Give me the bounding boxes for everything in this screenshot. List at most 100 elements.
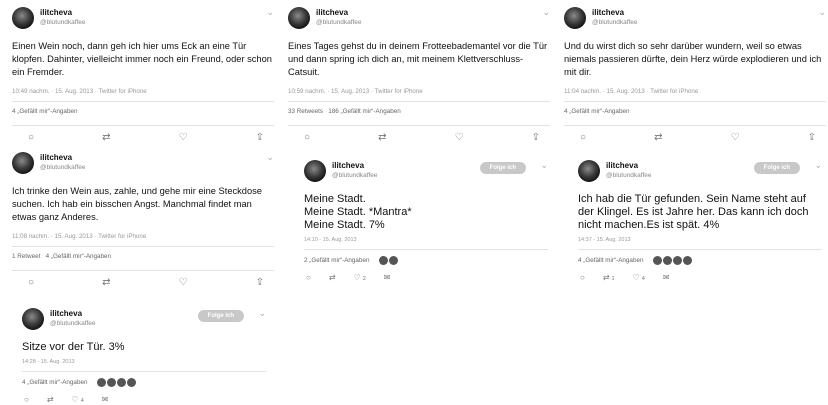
- tweet-timestamp[interactable]: 11:08 nachm. · 15. Aug. 2013 · Twitter f…: [12, 233, 274, 240]
- user-handle[interactable]: @blutundkaffee: [316, 18, 362, 28]
- tweet-timestamp[interactable]: 14:10 - 15. Aug. 2013: [304, 237, 548, 243]
- avatar[interactable]: [389, 256, 399, 265]
- retweet-count: 1: [611, 276, 615, 282]
- display-name[interactable]: ilitcheva: [50, 309, 96, 319]
- likes-count-label: 2 „Gefällt mir“-Angaben: [304, 257, 370, 265]
- follow-button[interactable]: Folge ich: [197, 310, 244, 322]
- retweet-icon[interactable]: ⇄: [378, 132, 386, 143]
- message-icon[interactable]: ✉: [663, 273, 670, 282]
- message-icon[interactable]: ✉: [102, 395, 109, 404]
- share-icon[interactable]: ⇪: [256, 132, 264, 143]
- tweet-stats[interactable]: 4 „Gefällt mir“-Angaben: [578, 250, 822, 267]
- retweet-icon[interactable]: ⇄ 1: [603, 273, 615, 282]
- retweet-icon[interactable]: ⇄: [102, 132, 110, 143]
- heart-icon[interactable]: ♡: [731, 132, 740, 143]
- tweet-text: Ich trinke den Wein aus, zahle, und gehe…: [12, 186, 262, 222]
- tweet-text: Eines Tages gehst du in deinem Frotteeba…: [288, 41, 548, 77]
- message-icon[interactable]: ✉: [384, 273, 391, 282]
- retweet-icon[interactable]: ⇄: [329, 273, 336, 282]
- heart-icon[interactable]: ♡ 4: [72, 395, 84, 404]
- tweet-actions: ○ ⇄ ♡ 4 ✉: [22, 389, 266, 404]
- display-name[interactable]: ilitcheva: [332, 161, 378, 171]
- chevron-down-icon[interactable]: ⌄: [266, 7, 274, 18]
- avatar[interactable]: [127, 378, 137, 387]
- tweet-timestamp[interactable]: 10:49 nachm. · 15. Aug. 2013 · Twitter f…: [12, 88, 274, 95]
- tweet-stats[interactable]: 1 Retweet 4 „Gefällt mir“-Angaben: [12, 247, 274, 264]
- reply-icon[interactable]: ○: [304, 132, 310, 143]
- retweet-icon[interactable]: ⇄: [47, 395, 54, 404]
- chevron-down-icon[interactable]: ⌄: [258, 308, 266, 319]
- reply-icon[interactable]: ○: [24, 395, 29, 404]
- heart-icon[interactable]: ♡ 2: [354, 273, 366, 282]
- avatar[interactable]: [673, 256, 683, 265]
- heart-icon[interactable]: ♡: [179, 277, 188, 288]
- chevron-down-icon[interactable]: ⌄: [814, 160, 822, 171]
- avatar[interactable]: [12, 7, 34, 29]
- avatar[interactable]: [663, 256, 673, 265]
- tweet-stats[interactable]: 4 „Gefällt mir“-Angaben: [12, 102, 274, 119]
- tweet-stats[interactable]: 2 „Gefällt mir“-Angaben: [304, 250, 548, 267]
- share-icon[interactable]: ⇪: [256, 277, 264, 288]
- display-name[interactable]: ilitcheva: [40, 153, 86, 163]
- liker-avatars[interactable]: [97, 378, 137, 387]
- tweet-timestamp[interactable]: 11:04 nachm. · 15. Aug. 2013 · Twitter f…: [564, 88, 826, 95]
- tweet-timestamp[interactable]: 10:59 nachm. · 15. Aug. 2013 · Twitter f…: [288, 88, 550, 95]
- follow-button[interactable]: Folge ich: [753, 162, 800, 174]
- user-handle[interactable]: @blutundkaffee: [606, 171, 652, 181]
- retweet-icon[interactable]: ⇄: [102, 277, 110, 288]
- avatar[interactable]: [288, 7, 310, 29]
- share-icon[interactable]: ⇪: [532, 132, 540, 143]
- display-name[interactable]: ilitcheva: [316, 8, 362, 18]
- chevron-down-icon[interactable]: ⌄: [540, 160, 548, 171]
- avatar[interactable]: [304, 160, 326, 182]
- reply-icon[interactable]: ○: [28, 277, 34, 288]
- tweet-timestamp[interactable]: 14:28 - 15. Aug. 2013: [22, 359, 266, 365]
- share-icon[interactable]: ⇪: [808, 132, 816, 143]
- reply-icon[interactable]: ○: [306, 273, 311, 282]
- avatar[interactable]: [653, 256, 663, 265]
- heart-icon[interactable]: ♡: [455, 132, 464, 143]
- display-name[interactable]: ilitcheva: [40, 8, 86, 18]
- heart-icon[interactable]: ♡ 4: [633, 273, 645, 282]
- reply-icon[interactable]: ○: [580, 273, 585, 282]
- tweet-timestamp[interactable]: 14:37 - 15. Aug. 2013: [578, 237, 822, 243]
- retweet-icon[interactable]: ⇄: [654, 132, 662, 143]
- avatar[interactable]: [564, 7, 586, 29]
- chevron-down-icon[interactable]: ⌄: [266, 152, 274, 163]
- display-name[interactable]: ilitcheva: [606, 161, 652, 171]
- chevron-down-icon[interactable]: ⌄: [818, 7, 826, 18]
- liker-avatars[interactable]: [379, 256, 399, 265]
- tweet-embed: ilitcheva @blutundkaffee Folge ich ⌄ Ich…: [578, 160, 822, 282]
- tweet-stats[interactable]: 33 Retweets 186 „Gefällt mir“-Angaben: [288, 102, 550, 119]
- follow-button[interactable]: Folge ich: [479, 162, 526, 174]
- avatar[interactable]: [107, 378, 117, 387]
- tweet-actions: ○ ⇄ ♡ ⇪: [12, 126, 274, 143]
- user-handle[interactable]: @blutundkaffee: [40, 163, 86, 173]
- like-count: 2: [362, 276, 366, 282]
- tweet-text: Einen Wein noch, dann geh ich hier ums E…: [12, 41, 272, 77]
- heart-icon[interactable]: ♡: [179, 132, 188, 143]
- avatar[interactable]: [97, 378, 107, 387]
- tweet-actions: ○ ⇄ ♡ ⇪: [288, 126, 550, 143]
- avatar[interactable]: [22, 308, 44, 330]
- user-handle[interactable]: @blutundkaffee: [332, 171, 378, 181]
- avatar[interactable]: [379, 256, 389, 265]
- avatar[interactable]: [578, 160, 600, 182]
- tweet-card: ilitcheva @blutundkaffee ⌄ Ich trinke de…: [12, 152, 274, 288]
- user-handle[interactable]: @blutundkaffee: [592, 18, 638, 28]
- reply-icon[interactable]: ○: [580, 132, 586, 143]
- reply-icon[interactable]: ○: [28, 132, 34, 143]
- avatar[interactable]: [117, 378, 127, 387]
- user-handle[interactable]: @blutundkaffee: [40, 18, 86, 28]
- chevron-down-icon[interactable]: ⌄: [542, 7, 550, 18]
- liker-avatars[interactable]: [653, 256, 693, 265]
- display-name[interactable]: ilitcheva: [592, 8, 638, 18]
- tweet-text: Sitze vor der Tür. 3%: [22, 341, 125, 353]
- user-handle[interactable]: @blutundkaffee: [50, 319, 96, 329]
- tweet-stats[interactable]: 4 „Gefällt mir“-Angaben: [564, 102, 826, 119]
- tweet-card: ilitcheva @blutundkaffee ⌄ Einen Wein no…: [12, 7, 274, 143]
- tweet-text: Ich hab die Tür gefunden. Sein Name steh…: [578, 193, 809, 231]
- tweet-stats[interactable]: 4 „Gefällt mir“-Angaben: [22, 372, 266, 389]
- avatar[interactable]: [683, 256, 693, 265]
- avatar[interactable]: [12, 152, 34, 174]
